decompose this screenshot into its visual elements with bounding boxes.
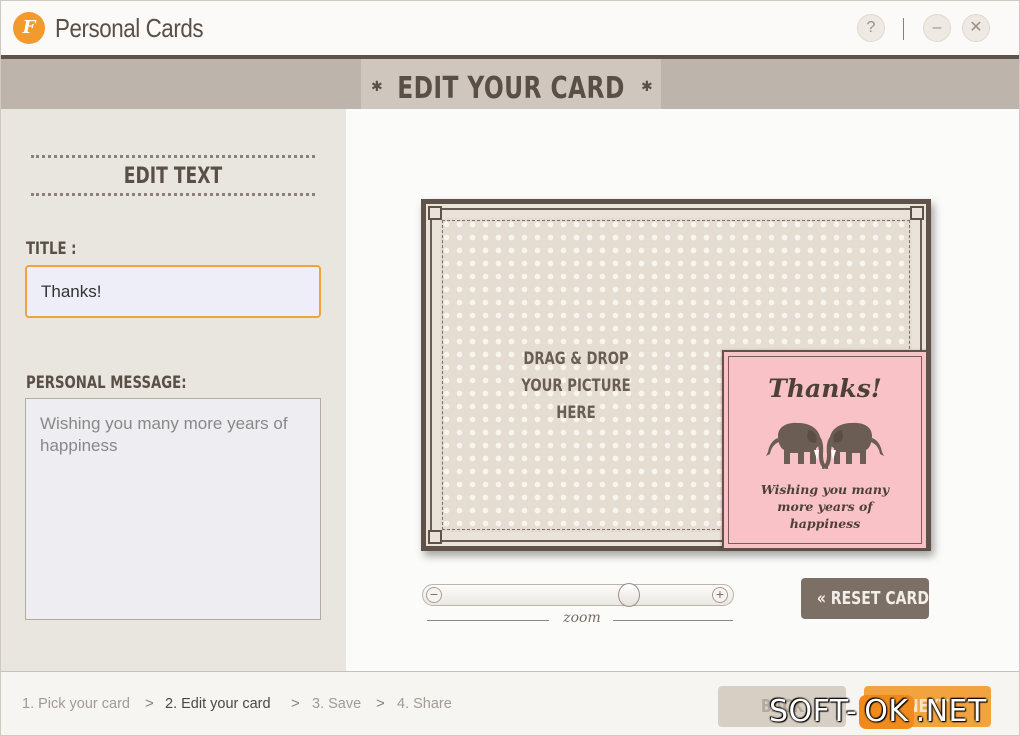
zoom-rule [427, 620, 549, 621]
title-label: TITLE : [26, 239, 77, 259]
corner-ornament-icon [428, 206, 442, 220]
step-save[interactable]: 3. Save [312, 696, 361, 712]
note-message-line: more years of [777, 499, 873, 514]
close-button[interactable]: ✕ [962, 14, 990, 42]
drop-instructions: DRAG & DROP YOUR PICTURE HERE [506, 346, 646, 427]
app-title: Personal Cards [55, 13, 204, 43]
zoom-label: zoom [563, 610, 601, 626]
drop-text-line: YOUR PICTURE HERE [521, 376, 631, 423]
message-label: PERSONAL MESSAGE: [26, 373, 187, 393]
page-title: EDIT YOUR CARD [397, 71, 625, 106]
titlebar-divider [903, 18, 904, 40]
zoom-slider[interactable] [422, 584, 734, 606]
step-chevron-icon: > [291, 695, 300, 712]
note-title: Thanks! [768, 374, 882, 403]
corner-ornament-icon [910, 206, 924, 220]
help-button[interactable]: ? [857, 14, 885, 42]
zoom-in-button[interactable]: + [712, 587, 728, 603]
watermark-text: SOFT- [769, 694, 858, 729]
note-message: Wishing you many more years of happiness [738, 481, 912, 532]
section-divider [31, 193, 315, 196]
header-star-icon: ✱ [641, 78, 653, 94]
message-note: Thanks! Wishing you many more years of h… [722, 350, 928, 550]
zoom-out-button[interactable]: − [426, 587, 442, 603]
corner-ornament-icon [428, 530, 442, 544]
title-input[interactable]: Thanks! [25, 265, 321, 318]
elephants-icon [766, 422, 884, 469]
minimize-button[interactable]: – [923, 14, 951, 42]
step-chevron-icon: > [376, 695, 385, 712]
step-edit-card[interactable]: 2. Edit your card [165, 696, 271, 712]
message-textarea[interactable]: Wishing you many more years of happiness [25, 398, 321, 620]
reset-card-button[interactable]: « RESET CARD [801, 578, 929, 619]
note-message-line: Wishing you many [760, 482, 890, 497]
step-pick-card[interactable]: 1. Pick your card [22, 696, 130, 712]
watermark: SOFT- OK .NET [769, 694, 987, 730]
drop-text-line: DRAG & DROP [523, 349, 629, 369]
watermark-badge: OK [859, 695, 914, 729]
step-share[interactable]: 4. Share [397, 696, 452, 712]
section-divider [31, 155, 315, 158]
step-chevron-icon: > [145, 695, 154, 712]
watermark-text: .NET [915, 694, 987, 729]
title-bar: F Personal Cards ? – ✕ [1, 1, 1019, 55]
zoom-rule [613, 620, 733, 621]
note-message-line: happiness [789, 516, 861, 531]
reset-card-label: « RESET CARD [816, 588, 929, 609]
app-logo-icon: F [13, 12, 45, 44]
section-title: EDIT TEXT [123, 164, 223, 189]
zoom-slider-handle[interactable] [618, 583, 640, 607]
app-window: F Personal Cards ? – ✕ ✱ EDIT YOUR CARD … [0, 0, 1020, 736]
header-star-icon: ✱ [371, 78, 383, 94]
